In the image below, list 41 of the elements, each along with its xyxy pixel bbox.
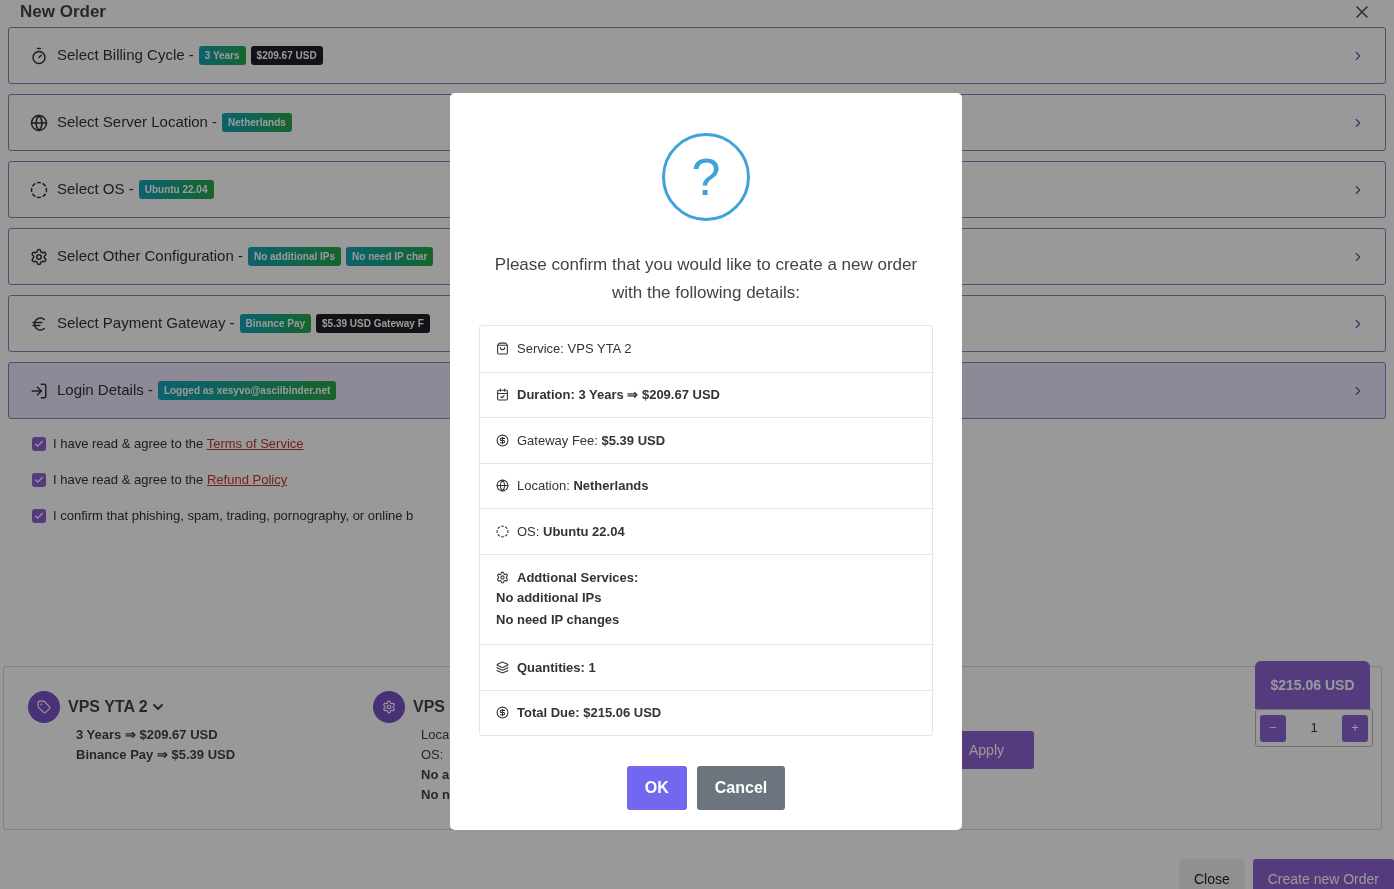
badge: Netherlands xyxy=(222,113,292,132)
summary-line: No a xyxy=(421,766,450,784)
detail-text: Location: Netherlands xyxy=(517,477,649,495)
badge: Binance Pay xyxy=(239,314,312,333)
summary-line: Binance Pay ⇒ $5.39 USD xyxy=(76,746,236,764)
detail-text: Total Due: $215.06 USD xyxy=(517,704,662,722)
detail-text: Gateway Fee: $5.39 USD xyxy=(517,431,666,450)
detail-text: Duration: 3 Years ⇒ $209.67 USD xyxy=(517,386,720,404)
section-label: Select Other Configuration - xyxy=(57,246,243,267)
question-icon: ? xyxy=(662,133,750,221)
section-label: Login Details - xyxy=(57,380,153,401)
summary-line: 3 Years ⇒ $209.67 USD xyxy=(76,726,218,744)
summary-line: No n xyxy=(421,786,450,804)
agreement-text: I have read & agree to the Terms of Service xyxy=(53,435,304,454)
section-label: Select Payment Gateway - xyxy=(57,313,235,334)
detail-text: Service: VPS YTA 2 xyxy=(517,340,632,358)
summary-line: OS: xyxy=(421,746,444,764)
agreement-text: I confirm that phishing, spam, trading, pornography, or online b xyxy=(53,507,414,526)
detail-text: OS: Ubuntu 22.04 xyxy=(517,522,625,541)
price-tag: $215.06 USD xyxy=(1255,661,1370,709)
dialog-title: New Order xyxy=(20,2,106,22)
confirm-message: Please confirm that you would like to create a new order with the following details: xyxy=(493,254,919,304)
badge: Ubuntu 22.04 xyxy=(138,180,214,199)
section-label: Select Billing Cycle - xyxy=(57,45,194,66)
badge: $209.67 USD xyxy=(250,46,323,65)
badge: No additional IPs xyxy=(247,247,342,266)
product-title: VPS xyxy=(413,697,446,717)
badge: 3 Years xyxy=(198,46,246,65)
summary-line: Loca xyxy=(421,726,450,744)
section-label: Select OS - xyxy=(57,179,134,200)
quantity-value: 1 xyxy=(1310,719,1318,738)
detail-text: No additional IPs xyxy=(496,589,603,607)
detail-text: Quantities: 1 xyxy=(517,658,596,677)
product-title: VPS YTA 2 xyxy=(68,697,148,717)
detail-text: Addtional Services: xyxy=(517,568,639,587)
badge: $5.39 USD Gateway F xyxy=(316,314,430,333)
detail-text: No need IP changes xyxy=(496,611,621,629)
badge: Logged as xesyvo@asciibinder.net xyxy=(157,381,337,400)
badge: No need IP char xyxy=(346,247,434,266)
agreement-text: I have read & agree to the Refund Policy xyxy=(53,471,288,490)
section-label: Select Server Location - xyxy=(57,112,218,133)
